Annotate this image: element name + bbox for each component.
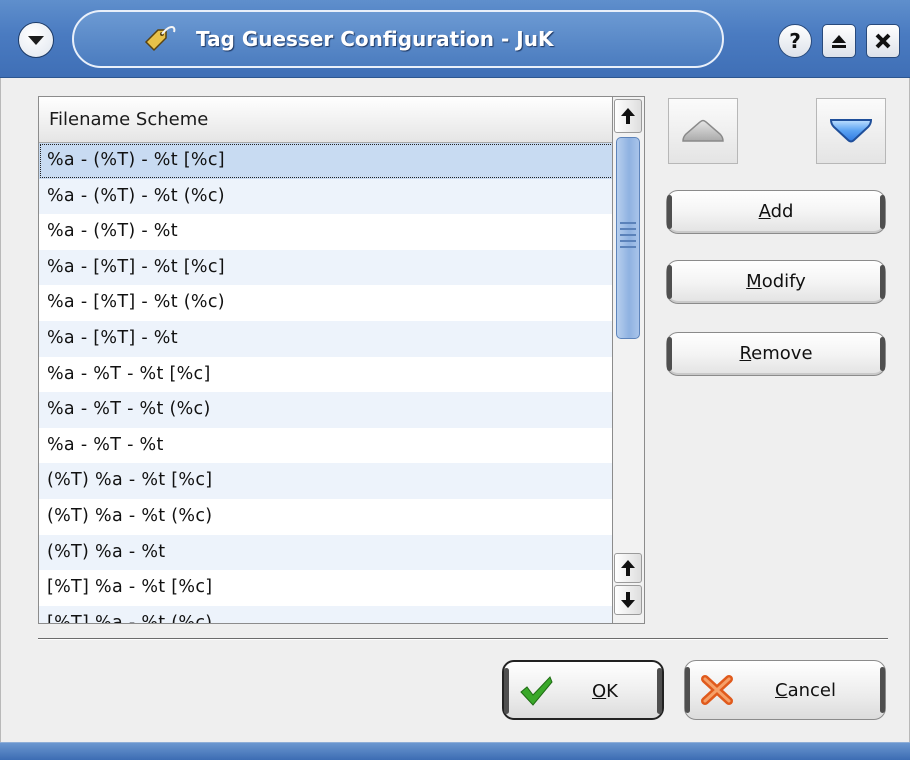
list-scrollbar[interactable] [613,96,645,624]
list-item[interactable]: [%T] %a - %t [%c] [39,570,612,606]
cancel-button[interactable]: Cancel [684,660,886,720]
maximize-button[interactable] [822,24,856,58]
window-menu-button[interactable] [18,22,54,58]
separator [38,638,888,640]
close-icon [875,33,891,49]
remove-mnemonic: R [739,343,752,364]
add-mnemonic: A [758,201,771,222]
modify-mnemonic: M [746,271,762,292]
cancel-x-icon [701,675,733,705]
list-item[interactable]: %a - (%T) - %t [39,214,612,250]
chevron-down-icon [28,36,44,45]
ok-button[interactable]: OK [502,660,664,720]
scroll-up-button[interactable] [614,99,642,133]
ok-label: OK [592,681,618,702]
list-item[interactable]: %a - %T - %t (%c) [39,392,612,428]
grip-line [620,234,636,236]
grip-line [620,246,636,248]
move-down-button[interactable] [816,98,886,164]
move-up-button[interactable] [668,98,738,164]
add-label: dd [770,201,794,222]
remove-button[interactable]: Remove [666,332,886,376]
cancel-label: Cancel [775,680,836,701]
close-button[interactable] [866,24,900,58]
add-button[interactable]: Add [666,190,886,234]
grip-line [620,240,636,242]
remove-label: emove [751,343,813,364]
help-button[interactable]: ? [778,24,812,58]
window-title: Tag Guesser Configuration - JuK [196,27,554,51]
list-item[interactable]: (%T) %a - %t (%c) [39,499,612,535]
list-item[interactable]: %a - (%T) - %t (%c) [39,178,612,215]
scroll-up-button-secondary[interactable] [614,553,642,583]
list-item[interactable]: [%T] %a - %t (%c) [39,605,612,623]
list-item[interactable]: %a - %T - %t [%c] [39,357,612,393]
list-rows: %a - (%T) - %t [%c] %a - (%T) - %t (%c) %a… [39,143,612,623]
scroll-thumb[interactable] [616,137,640,339]
help-icon: ? [789,29,801,53]
cancel-mnemonic: C [775,680,788,701]
column-header-filename-scheme[interactable]: Filename Scheme [39,97,612,143]
list-item[interactable]: %a - [%T] - %t (%c) [39,285,612,321]
ok-mnemonic: O [592,681,607,702]
modify-button[interactable]: Modify [666,260,886,304]
list-item[interactable]: (%T) %a - %t [39,534,612,571]
arrow-up-icon [621,560,635,576]
modify-label: odify [761,271,806,292]
list-item[interactable]: %a - [%T] - %t [39,320,612,357]
list-item[interactable]: (%T) %a - %t [%c] [39,463,612,499]
arrow-up-icon [621,108,635,124]
grip-line [620,228,636,230]
list-item[interactable]: %a - %T - %t [39,428,612,464]
arrow-up-icon [682,119,724,142]
grip-line [620,222,636,224]
title-bar[interactable]: Tag Guesser Configuration - JuK ? [0,0,910,78]
ok-label-rest: K [606,681,618,702]
tag-icon [144,26,176,52]
list-item[interactable]: %a - [%T] - %t [%c] [39,249,612,286]
filename-scheme-list[interactable]: Filename Scheme %a - (%T) - %t [%c] %a - … [38,96,613,624]
arrow-down-icon [621,592,635,608]
checkmark-icon [520,676,553,706]
arrow-down-icon [829,119,873,143]
cancel-label-rest: ancel [787,680,836,701]
scroll-down-button[interactable] [614,585,642,615]
window-bottom-frame [0,742,910,760]
list-item[interactable]: %a - (%T) - %t [%c] [39,143,612,179]
maximize-icon [832,35,846,48]
